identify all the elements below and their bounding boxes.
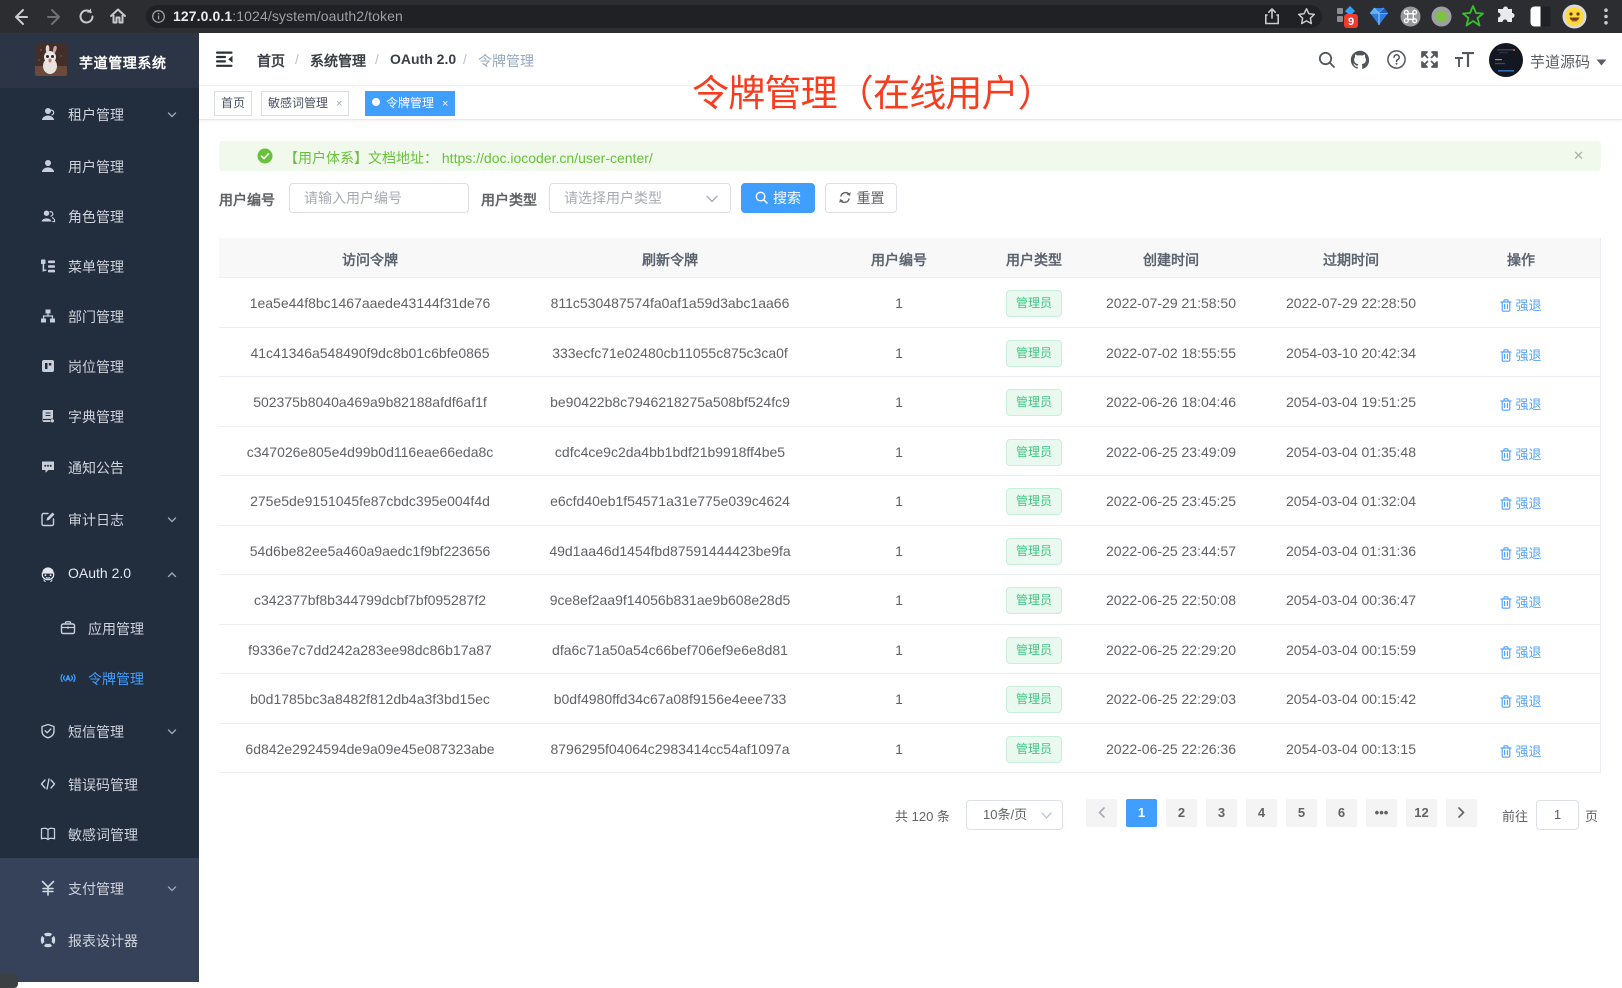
svg-text:9: 9 xyxy=(1348,16,1354,28)
